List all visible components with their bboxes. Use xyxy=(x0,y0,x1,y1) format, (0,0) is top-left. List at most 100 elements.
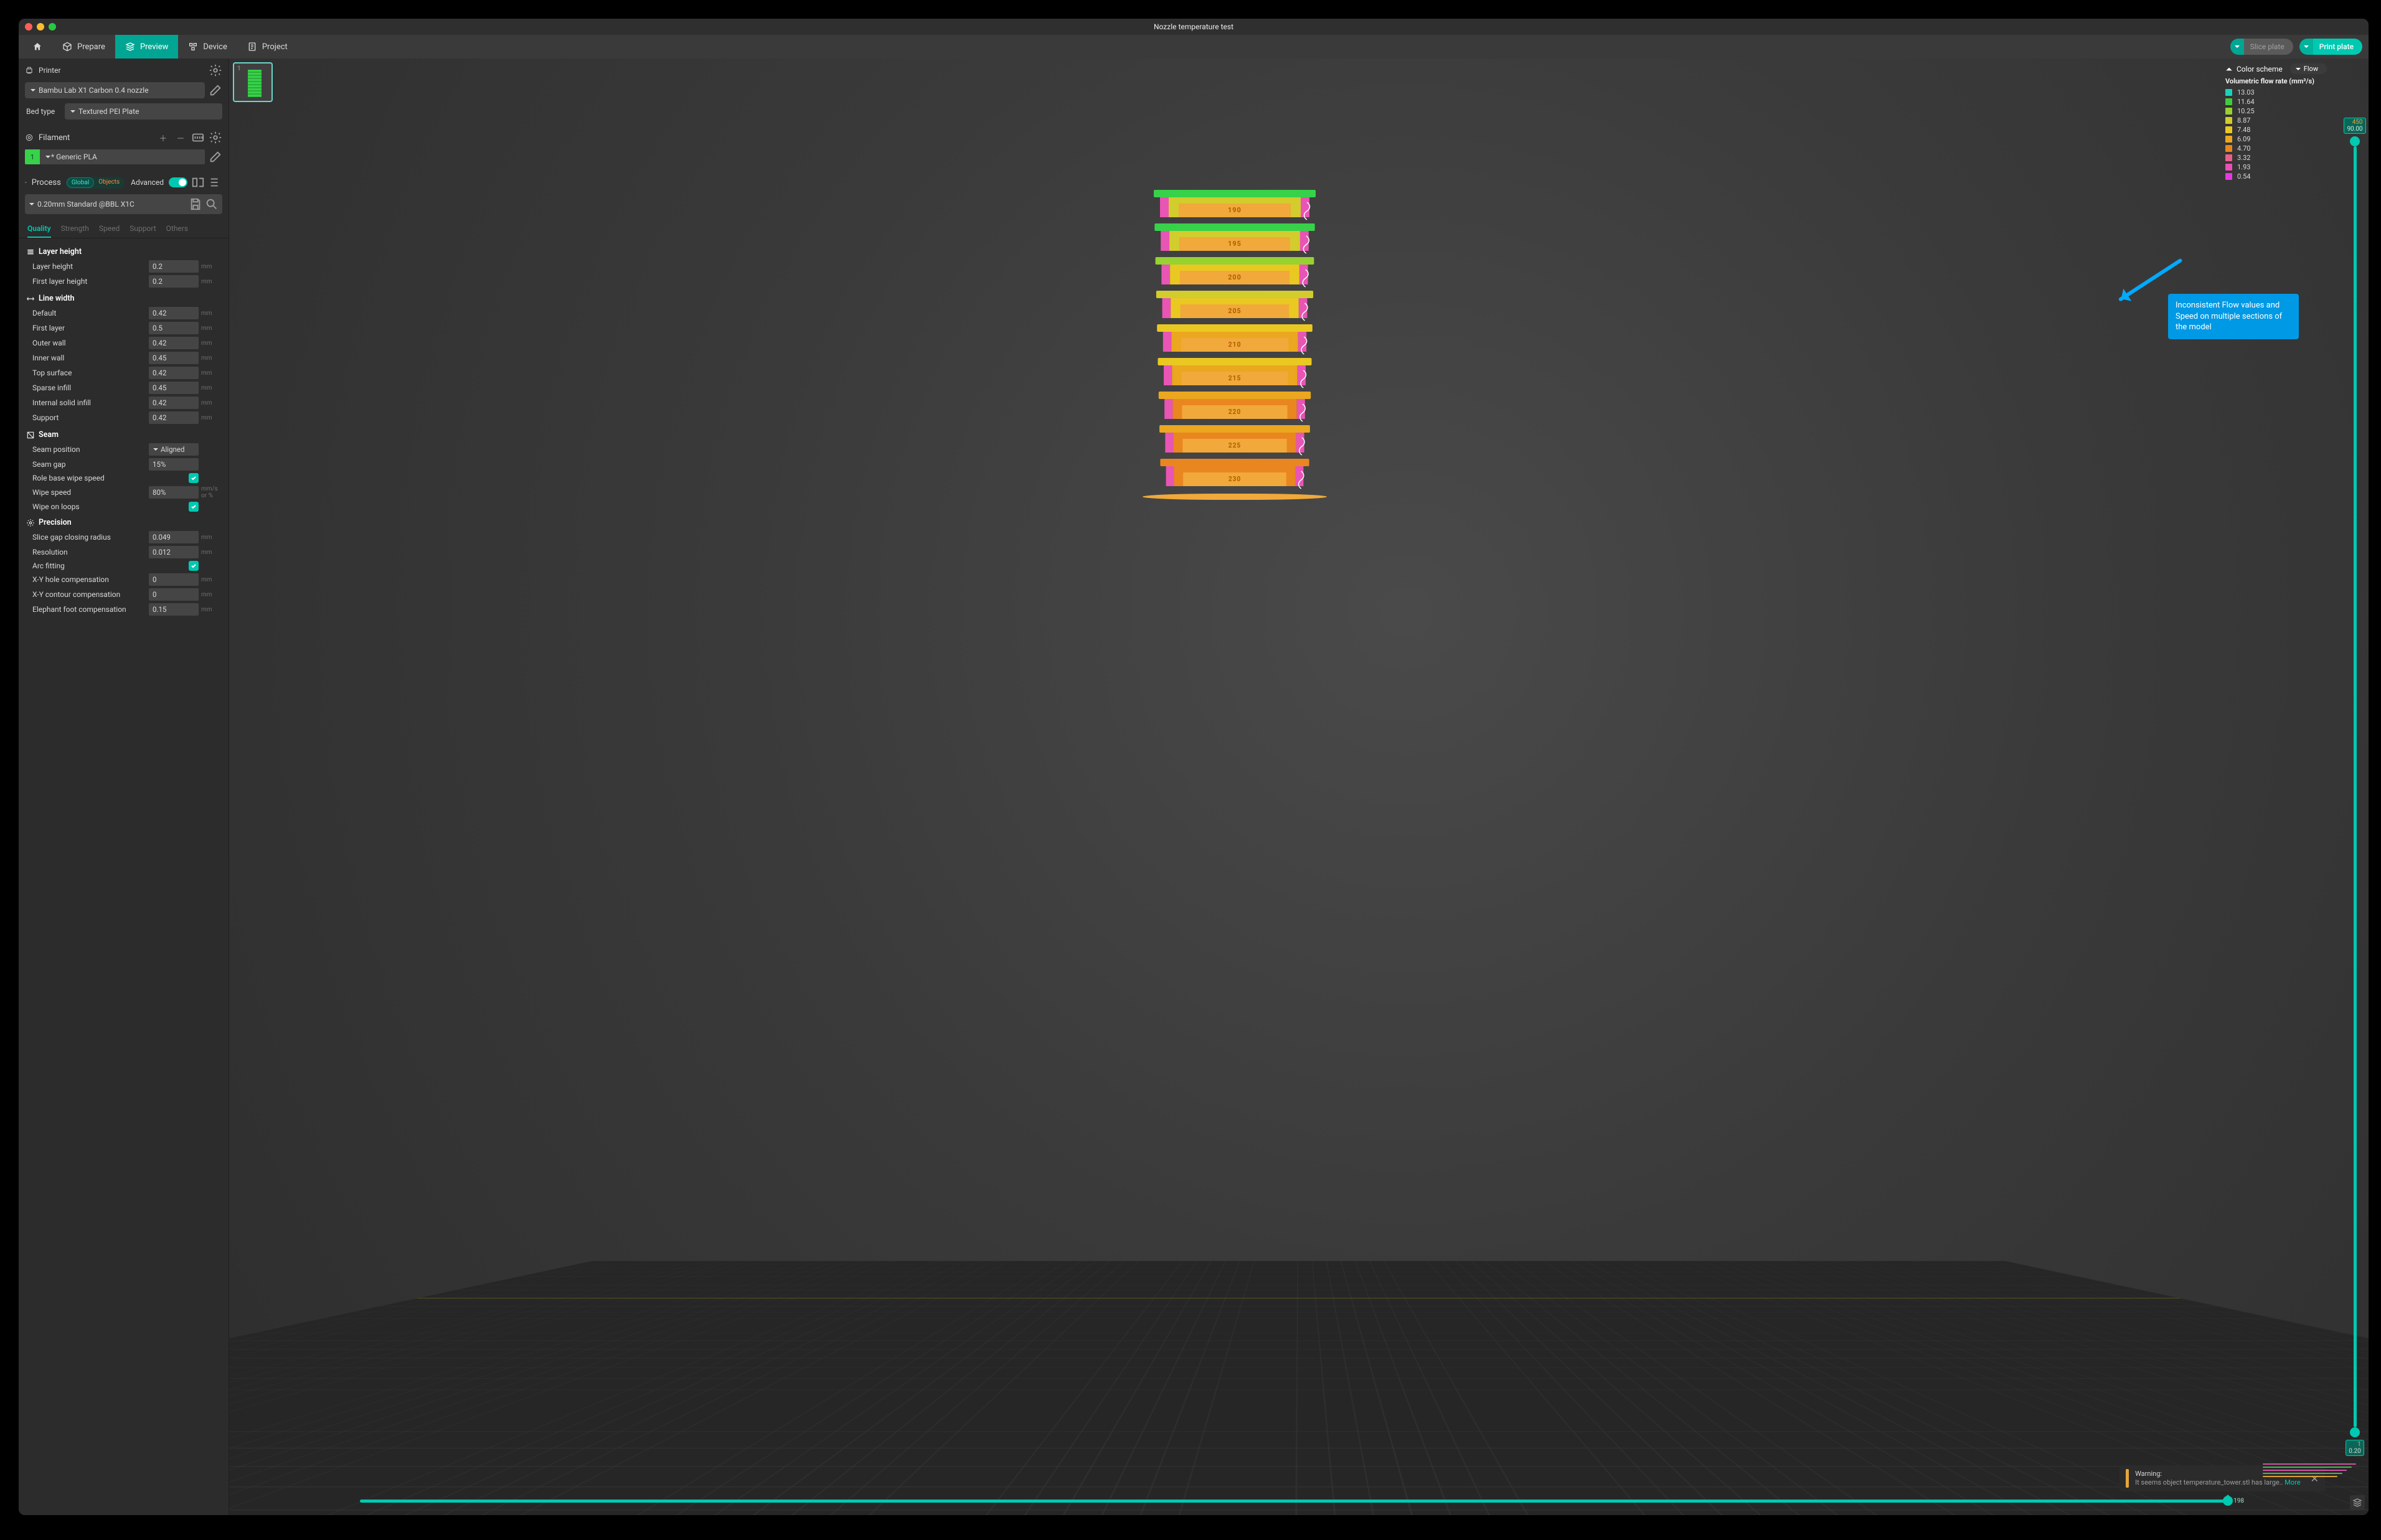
edit-printer-icon[interactable] xyxy=(209,83,222,97)
param-input[interactable]: 0.42 xyxy=(149,411,199,424)
param-input[interactable]: 0.5 xyxy=(149,322,199,334)
param-input[interactable]: 0 xyxy=(149,573,199,586)
group-header[interactable]: Layer height xyxy=(25,242,222,259)
preview-tab[interactable]: Preview xyxy=(115,35,178,59)
param-input[interactable]: 15% xyxy=(149,458,199,471)
project-icon xyxy=(247,42,257,52)
bed-select[interactable]: Textured PEI Plate xyxy=(65,103,222,120)
group-header[interactable]: Seam xyxy=(25,425,222,442)
param-dropdown[interactable]: Aligned xyxy=(149,443,199,456)
color-mode-select[interactable]: Flow xyxy=(2290,63,2327,74)
scope-toggle[interactable]: Global Objects xyxy=(66,177,125,189)
slider-handle-bottom[interactable] xyxy=(2350,1427,2360,1437)
edit-filament-icon[interactable] xyxy=(209,150,222,164)
param-label: Elephant foot compensation xyxy=(32,605,149,614)
save-preset-icon[interactable] xyxy=(189,197,202,211)
group-header[interactable]: Precision xyxy=(25,513,222,530)
tab-support[interactable]: Support xyxy=(130,220,156,238)
param-input[interactable]: 0.42 xyxy=(149,367,199,379)
legend-row: 6.09 xyxy=(2225,134,2359,144)
parameters-list[interactable]: Layer heightLayer height0.2mmFirst layer… xyxy=(19,238,229,1515)
legend-value: 0.54 xyxy=(2237,172,2250,181)
search-icon[interactable] xyxy=(205,197,219,211)
param-row: Wipe speed80%mm/s or % xyxy=(25,484,222,500)
add-filament-button[interactable]: ＋ xyxy=(156,131,170,144)
plate-thumbnail[interactable] xyxy=(233,62,273,102)
slider-handle-top[interactable] xyxy=(2350,136,2360,146)
param-input[interactable]: 0.45 xyxy=(149,382,199,394)
param-input[interactable]: 0.049 xyxy=(149,531,199,543)
param-input[interactable]: 0.012 xyxy=(149,546,199,558)
checkbox[interactable] xyxy=(189,473,199,483)
gear-icon[interactable] xyxy=(209,63,222,77)
param-input[interactable]: 0.45 xyxy=(149,352,199,364)
print-plate-button[interactable]: Print plate xyxy=(2299,39,2362,55)
param-row: Resolution0.012mm xyxy=(25,545,222,560)
param-input[interactable]: 0 xyxy=(149,588,199,601)
remove-filament-button[interactable]: － xyxy=(174,131,187,144)
param-row: Default0.42mm xyxy=(25,306,222,321)
param-input[interactable]: 0.42 xyxy=(149,397,199,409)
prepare-label: Prepare xyxy=(77,42,105,52)
param-unit: mm xyxy=(199,385,222,392)
chevron-up-icon[interactable] xyxy=(2225,65,2233,73)
slider-handle[interactable] xyxy=(2223,1496,2233,1506)
printer-select[interactable]: Bambu Lab X1 Carbon 0.4 nozzle xyxy=(25,82,205,98)
filament-row[interactable]: 1 * Generic PLA xyxy=(19,146,229,168)
prepare-tab[interactable]: Prepare xyxy=(52,35,115,59)
param-input[interactable]: 0.42 xyxy=(149,337,199,349)
settings-icon[interactable] xyxy=(209,176,222,189)
param-row: X-Y contour compensation0mm xyxy=(25,587,222,602)
param-input[interactable]: 80% xyxy=(149,486,199,499)
close-icon[interactable] xyxy=(25,23,32,31)
param-input[interactable]: 0.2 xyxy=(149,275,199,288)
home-button[interactable] xyxy=(22,35,52,59)
filament-swatch[interactable]: 1 xyxy=(25,149,40,164)
legend-swatch xyxy=(2225,173,2232,180)
advanced-label: Advanced xyxy=(130,178,165,187)
group-header[interactable]: Line width xyxy=(25,289,222,306)
param-row: Wipe on loops xyxy=(25,500,222,513)
tab-speed[interactable]: Speed xyxy=(99,220,120,238)
param-unit: mm xyxy=(199,370,222,377)
warning-more-link[interactable]: More xyxy=(2284,1478,2300,1486)
param-unit: mm xyxy=(199,576,222,583)
process-label: Process xyxy=(32,178,61,187)
param-label: Arc fitting xyxy=(32,561,189,570)
chevron-down-icon xyxy=(2295,66,2301,72)
tab-others[interactable]: Others xyxy=(166,220,188,238)
compare-icon[interactable] xyxy=(191,176,205,189)
checkbox[interactable] xyxy=(189,561,199,571)
param-input[interactable]: 0.15 xyxy=(149,603,199,616)
param-row: Role base wipe speed xyxy=(25,472,222,484)
device-tab[interactable]: Device xyxy=(178,35,237,59)
preview-icon xyxy=(125,42,135,52)
slice-plate-button[interactable]: Slice plate xyxy=(2230,39,2293,55)
advanced-toggle[interactable] xyxy=(169,177,187,187)
param-unit: mm xyxy=(199,591,222,598)
param-row: Inner wall0.45mm xyxy=(25,350,222,365)
minimize-icon[interactable] xyxy=(37,23,44,31)
param-unit: mm xyxy=(199,310,222,317)
tab-strength[interactable]: Strength xyxy=(61,220,89,238)
project-tab[interactable]: Project xyxy=(237,35,298,59)
maximize-icon[interactable] xyxy=(49,23,56,31)
curl-deco xyxy=(1296,436,1308,458)
chevron-down-icon xyxy=(45,154,51,160)
tab-quality[interactable]: Quality xyxy=(27,220,51,238)
3d-viewport[interactable]: 190195200205210215220225230 Color scheme… xyxy=(229,59,2369,1515)
checkbox[interactable] xyxy=(189,502,199,512)
ams-icon[interactable] xyxy=(191,131,205,144)
close-icon[interactable]: ✕ xyxy=(2311,1473,2319,1485)
gear-icon[interactable] xyxy=(209,131,222,144)
moves-slider-horizontal[interactable]: 1198 xyxy=(360,1494,2244,1508)
param-input[interactable]: 0.2 xyxy=(149,260,199,273)
legend-value: 1.93 xyxy=(2237,163,2250,171)
legend-row: 1.93 xyxy=(2225,162,2359,172)
legend-swatch xyxy=(2225,154,2232,161)
view-layers-button[interactable] xyxy=(2350,1495,2365,1510)
param-row: X-Y hole compensation0mm xyxy=(25,572,222,587)
preset-select[interactable]: 0.20mm Standard @BBL X1C xyxy=(25,194,222,214)
param-input[interactable]: 0.42 xyxy=(149,307,199,319)
layer-slider-vertical[interactable]: 45090.00 10.20 xyxy=(2346,118,2364,1456)
